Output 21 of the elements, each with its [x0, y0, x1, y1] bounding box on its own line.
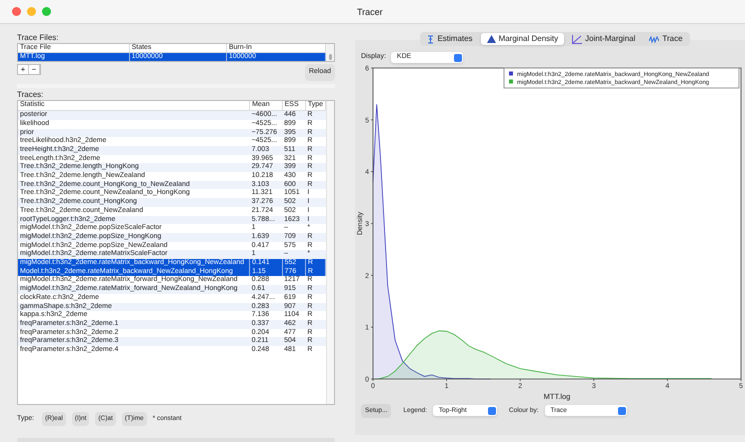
section-label: Trace Files:	[17, 33, 60, 43]
view-tab[interactable]: Joint-Marginal	[566, 33, 642, 45]
scrollbar-thumb[interactable]	[328, 54, 332, 60]
minimize-button[interactable]	[27, 7, 36, 16]
bar-icon	[427, 34, 434, 44]
close-button[interactable]	[12, 7, 21, 16]
view-tab[interactable]: Marginal Density	[480, 33, 564, 45]
stepper-icon	[618, 406, 626, 415]
line-chart-icon	[572, 34, 582, 44]
view-tab[interactable]: Trace	[643, 33, 689, 45]
section-label: Traces:	[17, 90, 44, 100]
triangle-icon	[486, 35, 496, 43]
stepper-icon	[454, 54, 462, 62]
window-title: Tracer	[357, 6, 383, 19]
remove-button[interactable]: −	[29, 65, 40, 74]
add-button[interactable]: +	[18, 65, 29, 74]
zoom-button[interactable]	[42, 7, 51, 16]
wave-icon	[649, 36, 660, 42]
stepper-icon	[488, 406, 496, 415]
scrollbar-track[interactable]	[326, 101, 334, 404]
view-tab[interactable]: Estimates	[421, 33, 479, 45]
